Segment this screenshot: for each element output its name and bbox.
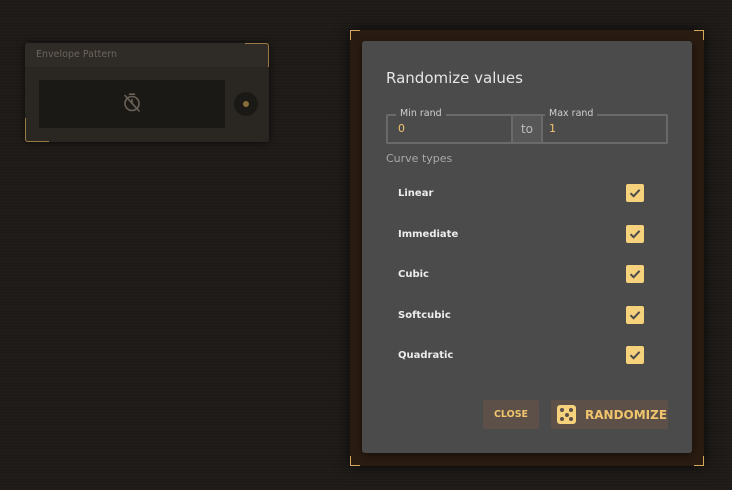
curve-label: Immediate [398, 228, 459, 240]
min-rand-label: Min rand [396, 108, 446, 119]
frame-corner [694, 30, 704, 40]
dialog-title: Randomize values [386, 69, 523, 87]
port-dot-icon [243, 101, 249, 107]
curve-row-linear: Linear [398, 182, 644, 204]
curve-label: Quadratic [398, 349, 454, 361]
node-corner-accent [245, 43, 269, 67]
check-icon [629, 230, 641, 239]
immediate-checkbox[interactable] [626, 225, 644, 243]
linear-checkbox[interactable] [626, 184, 644, 202]
min-rand-field[interactable]: Min rand [386, 108, 513, 144]
check-icon [629, 189, 641, 198]
randomize-button[interactable]: RANDOMIZE [551, 400, 668, 429]
check-icon [629, 270, 641, 279]
frame-corner [350, 456, 360, 466]
timer-off-icon [121, 91, 143, 117]
randomize-label: RANDOMIZE [585, 407, 668, 422]
check-icon [629, 351, 641, 360]
curve-label: Cubic [398, 268, 429, 280]
max-rand-input[interactable] [549, 122, 649, 135]
dice-icon [557, 405, 576, 424]
random-range: Min rand to Max rand [386, 108, 668, 144]
output-port[interactable] [234, 92, 258, 116]
curve-label: Softcubic [398, 309, 451, 321]
randomize-dialog: Randomize values Min rand to Max rand Cu… [362, 41, 692, 453]
curve-row-softcubic: Softcubic [398, 304, 644, 326]
max-rand-field[interactable]: Max rand [539, 108, 668, 144]
curve-row-quadratic: Quadratic [398, 344, 644, 366]
max-rand-label: Max rand [545, 108, 598, 119]
node-body[interactable] [39, 80, 225, 128]
cubic-checkbox[interactable] [626, 265, 644, 283]
close-button[interactable]: CLOSE [483, 400, 539, 429]
curve-row-cubic: Cubic [398, 263, 644, 285]
curve-types-label: Curve types [386, 152, 453, 165]
node-title: Envelope Pattern [25, 43, 269, 67]
envelope-pattern-node[interactable]: Envelope Pattern [25, 43, 269, 142]
node-corner-accent [25, 118, 49, 142]
quadratic-checkbox[interactable] [626, 346, 644, 364]
softcubic-checkbox[interactable] [626, 306, 644, 324]
min-rand-input[interactable] [398, 122, 498, 135]
check-icon [629, 311, 641, 320]
curve-label: Linear [398, 187, 434, 199]
frame-corner [694, 456, 704, 466]
curve-row-immediate: Immediate [398, 223, 644, 245]
frame-corner [350, 30, 360, 40]
